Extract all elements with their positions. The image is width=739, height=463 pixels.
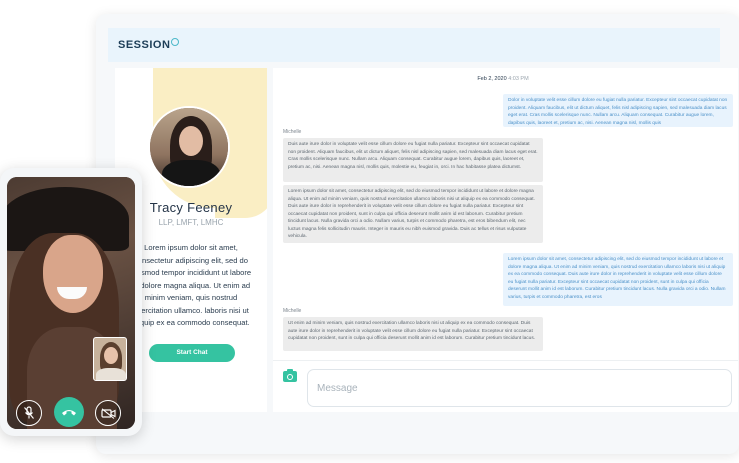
- chat-date-header: Feb 2, 2020 4:03 PM: [273, 76, 733, 82]
- message-bubble-outgoing: Dolor in voluptate velit esse cillum dol…: [503, 94, 733, 127]
- chat-time: 4:03 PM: [508, 76, 529, 82]
- message-sender: Michelle: [283, 308, 302, 314]
- camera-icon[interactable]: [283, 369, 297, 382]
- caller-face: [43, 235, 103, 313]
- mute-button[interactable]: [16, 400, 42, 426]
- avatar-body: [162, 160, 220, 186]
- top-bar: SESSION: [108, 28, 720, 62]
- message-bubble-incoming: Ut enim ad minim veniam, quis nostrud ex…: [283, 317, 543, 351]
- phone-notch: [44, 168, 84, 173]
- avatar-face: [179, 126, 203, 156]
- phone-hangup-icon: [62, 410, 76, 416]
- message-bubble-incoming: Duis aute irure dolor in voluptate velit…: [283, 138, 543, 182]
- microphone-off-icon: [24, 406, 34, 419]
- camera-icon-bump: [287, 369, 293, 372]
- logo-text: SESSION: [118, 39, 171, 51]
- self-view-body: [96, 368, 126, 380]
- message-composer: [273, 360, 738, 412]
- chat-date: Feb 2, 2020: [477, 76, 507, 82]
- logo-mark-icon: [171, 38, 180, 46]
- start-chat-button[interactable]: Start Chat: [149, 344, 235, 362]
- therapist-bio: Lorem ipsum dolor sit amet, consectetur …: [130, 243, 252, 327]
- phone-video-call: [0, 168, 142, 436]
- session-logo[interactable]: SESSION: [118, 38, 180, 51]
- video-off-icon: [100, 407, 116, 419]
- camera-icon-lens: [287, 373, 293, 380]
- message-sender: Michelle: [283, 129, 302, 135]
- video-call-screen: [7, 177, 135, 429]
- message-bubble-outgoing: Lorem ipsum dolor sit amet, consectetur …: [503, 253, 733, 306]
- self-view-thumbnail[interactable]: [93, 337, 127, 381]
- message-input[interactable]: [307, 369, 732, 407]
- self-view-face: [104, 347, 118, 364]
- end-call-button[interactable]: [54, 397, 84, 427]
- video-toggle-button[interactable]: [95, 400, 121, 426]
- message-bubble-incoming: Lorem ipsum dolor sit amet, consectetur …: [283, 185, 543, 243]
- therapist-avatar: [148, 106, 230, 188]
- session-screen: SESSION Tracy Feeney LLP, LMFT, LMHC Lor…: [0, 0, 739, 463]
